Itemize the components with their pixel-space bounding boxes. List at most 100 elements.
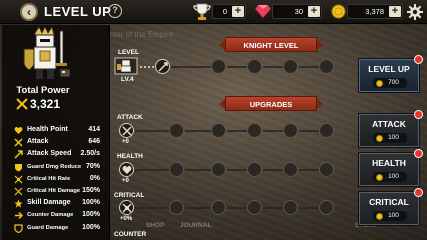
gear-icon[interactable] [407, 4, 423, 20]
critical-node-4[interactable] [247, 200, 262, 215]
health-link-2 [185, 169, 211, 171]
critical-link-5 [299, 207, 319, 209]
coin-icon [376, 135, 383, 142]
stat-value: 100% [82, 223, 100, 231]
level-node-label: LEVEL [118, 49, 139, 56]
level-up-label: LEVEL UP [368, 64, 410, 74]
health-node-main[interactable] [119, 162, 134, 177]
stat-name: Attack Speed [27, 150, 72, 158]
stat-name: Guard Damage [27, 224, 69, 231]
stat-value: 2.50/s [80, 150, 100, 158]
level-node-4[interactable] [283, 59, 298, 74]
level-link-1 [140, 66, 155, 68]
knight-level-text: LV.4 [121, 76, 134, 83]
coin-icon [376, 213, 383, 220]
critical-node-6[interactable] [319, 200, 334, 215]
level-node-3[interactable] [247, 59, 262, 74]
crossed-swords-icon [16, 98, 28, 110]
trophy-icon [193, 3, 211, 20]
health-node-3[interactable] [211, 162, 226, 177]
level-link-5 [299, 66, 319, 68]
gold-plus-button[interactable]: + [389, 6, 401, 17]
attack-node-2[interactable] [169, 123, 184, 138]
ruby-value: 30 [294, 7, 303, 16]
ruby-counter: 30 + [272, 4, 322, 19]
hero-stats-panel: Total Power 3,321 Health Point 414 Attack 6… [2, 25, 110, 240]
chevron-left-icon: ‹ [27, 5, 31, 19]
notification-badge [414, 149, 423, 158]
health-upgrade-label: HEALTH [372, 158, 406, 168]
critical-link-4 [263, 207, 283, 209]
stat-value: 70% [85, 162, 100, 170]
stat-row: Guard Damage 100% [2, 223, 110, 235]
stat-row: Counter Damage 100% [2, 210, 110, 222]
stat-row: Attack 646 [2, 137, 110, 149]
crit-damage-icon [14, 187, 23, 196]
health-link-4 [263, 169, 283, 171]
critical-node-2[interactable] [169, 200, 184, 215]
health-node-6[interactable] [319, 162, 334, 177]
stat-name: Counter Damage [27, 212, 74, 219]
level-node-1[interactable] [155, 59, 170, 74]
stat-row: Guard Dmg Reduce 70% [2, 162, 110, 174]
critical-node-5[interactable] [283, 200, 298, 215]
level-link-4 [263, 66, 283, 68]
attack-node-3[interactable] [211, 123, 226, 138]
stat-name: Critical Hit Damage [27, 188, 81, 194]
coin-icon [331, 4, 346, 19]
health-node-4[interactable] [247, 162, 262, 177]
level-node-2[interactable] [211, 59, 226, 74]
level-up-button[interactable]: LEVEL UP 700 [358, 55, 423, 93]
stat-value: 646 [88, 138, 100, 146]
attack-upgrade-label: ATTACK [372, 119, 406, 129]
attack-link-5 [299, 130, 319, 132]
ruby-plus-button[interactable]: + [308, 6, 320, 17]
critical-node-main[interactable] [119, 200, 134, 215]
attack-node-5[interactable] [283, 123, 298, 138]
health-link-5 [299, 169, 319, 171]
trophy-value: 0 [222, 7, 227, 16]
attack-node-main[interactable] [119, 123, 134, 138]
attack-upgrade-button[interactable]: ATTACK 100 [358, 110, 423, 148]
notification-badge [414, 110, 423, 119]
attack-link-3 [227, 130, 247, 132]
stat-value: 0% [89, 174, 100, 182]
trophy-counter: 0 + [212, 4, 246, 19]
level-node-knight-icon[interactable] [114, 56, 138, 75]
stat-name: Health Point [27, 126, 68, 133]
level-link-3 [227, 66, 247, 68]
health-node-2[interactable] [169, 162, 184, 177]
total-power-value: 3,321 [30, 97, 61, 111]
critical-upgrade-button[interactable]: CRITICAL 100 [358, 188, 423, 226]
health-upgrade-button[interactable]: HEALTH 100 [358, 149, 423, 187]
health-link-1 [135, 169, 169, 171]
stat-row: Critical Hit Rate 0% [2, 174, 110, 186]
faded-journal-label: JOURNAL [180, 222, 212, 229]
back-button[interactable]: ‹ [20, 3, 38, 21]
stat-name: Guard Dmg Reduce [27, 163, 82, 170]
speed-icon [14, 150, 23, 159]
critical-bonus-text: +0% [120, 216, 133, 222]
health-node-5[interactable] [283, 162, 298, 177]
coin-icon [376, 80, 383, 87]
stat-value: 100% [82, 211, 100, 219]
help-button[interactable]: ? [108, 4, 122, 18]
guard-icon [14, 223, 23, 233]
attack-link-2 [185, 130, 211, 132]
counter-node-label: COUNTER [114, 231, 147, 238]
stat-name: Attack [27, 138, 49, 146]
health-bonus-text: +0 [122, 178, 129, 184]
health-link-3 [227, 169, 247, 171]
critical-link-3 [227, 207, 247, 209]
heart-icon [14, 127, 23, 134]
stat-value: 150% [82, 187, 100, 194]
level-node-5[interactable] [319, 59, 334, 74]
stat-value: 100% [82, 199, 100, 207]
coin-icon [376, 174, 383, 181]
trophy-plus-button[interactable]: + [232, 6, 244, 17]
attack-node-6[interactable] [319, 123, 334, 138]
critical-node-3[interactable] [211, 200, 226, 215]
attack-node-4[interactable] [247, 123, 262, 138]
stat-row: Health Point 414 [2, 125, 110, 137]
faded-shop-label: SHOP [146, 222, 165, 229]
